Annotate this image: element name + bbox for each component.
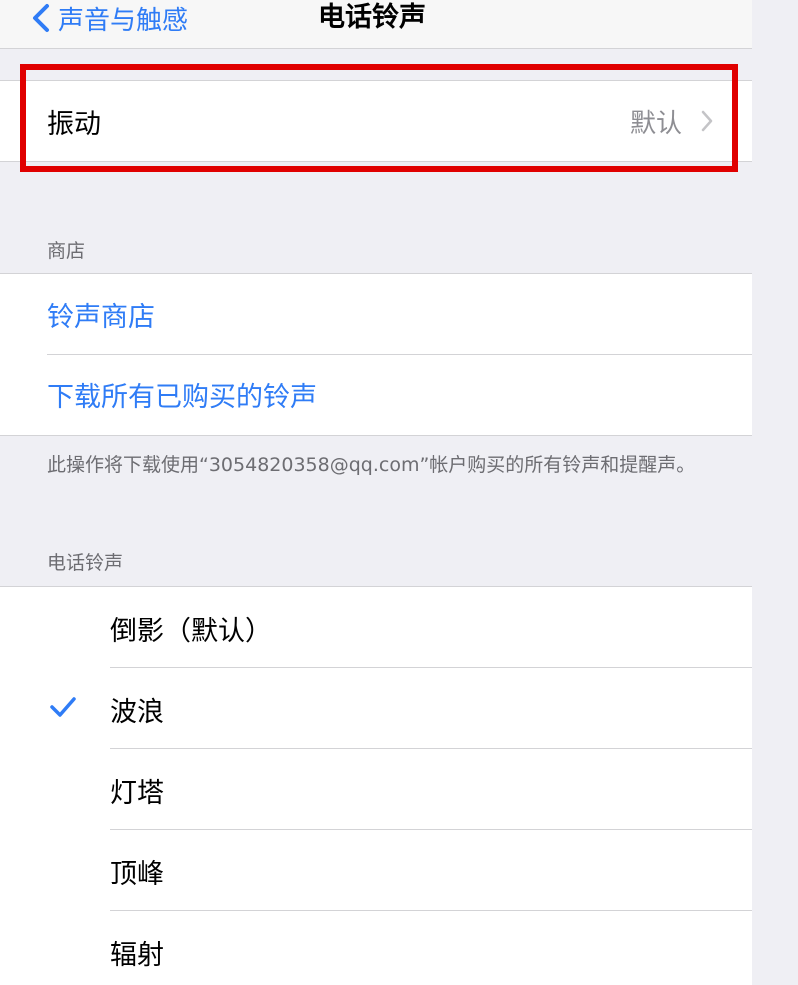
ringtone-row[interactable]: 灯塔 [0, 749, 752, 830]
back-button[interactable]: 声音与触感 [30, 0, 188, 38]
back-button-label: 声音与触感 [58, 5, 189, 36]
ringtone-store-label: 铃声商店 [47, 301, 155, 333]
ringtones-section-header: 电话铃声 [47, 552, 124, 574]
download-purchased-label: 下载所有已购买的铃声 [47, 381, 317, 413]
download-purchased-link[interactable]: 下载所有已购买的铃声 [0, 354, 752, 434]
ringtone-label: 波浪 [110, 697, 164, 728]
ringtone-row[interactable]: 顶峰 [0, 830, 752, 911]
store-footer-note: 此操作将下载使用“3054820358@qq.com”帐户购买的所有铃声和提醒声… [47, 454, 696, 476]
vibration-group: 振动 默认 [0, 80, 752, 162]
vibration-cell[interactable]: 振动 默认 [0, 81, 752, 161]
ringtone-label: 灯塔 [110, 778, 164, 809]
chevron-right-icon [701, 110, 713, 132]
ringtone-label: 顶峰 [110, 859, 164, 890]
store-section-header: 商店 [47, 240, 86, 262]
ringtone-store-link[interactable]: 铃声商店 [0, 274, 752, 354]
ringtone-settings-screen: 声音与触感 电话铃声 振动 默认 商店 铃声商店 下载所有已购买的铃声 此操作将… [0, 0, 798, 985]
page-title: 电话铃声 [318, 2, 426, 33]
ringtone-row[interactable]: 辐射 [0, 911, 752, 985]
ringtone-row-selected[interactable]: 波浪 [0, 668, 752, 749]
vibration-value: 默认 [629, 108, 682, 139]
ringtone-list: 倒影（默认） 波浪 灯塔 顶峰 辐射 [0, 586, 752, 985]
chevron-left-icon [33, 4, 49, 32]
checkmark-icon [50, 697, 76, 717]
ringtone-label: 倒影（默认） [110, 616, 272, 647]
vibration-label: 振动 [47, 108, 101, 140]
navigation-bar: 声音与触感 电话铃声 [0, 0, 752, 49]
store-group: 铃声商店 下载所有已购买的铃声 [0, 273, 752, 436]
ringtone-row[interactable]: 倒影（默认） [0, 587, 752, 668]
ringtone-label: 辐射 [110, 940, 164, 971]
